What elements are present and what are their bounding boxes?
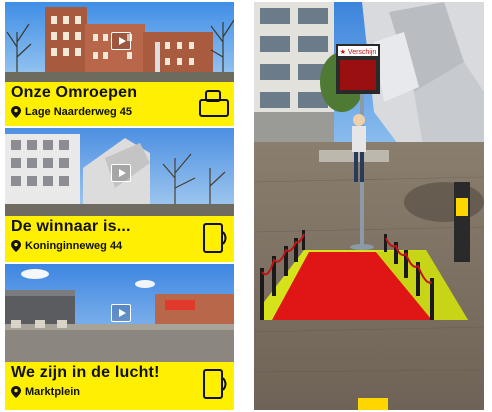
ar-camera-view[interactable]: ★ Verschijn (254, 2, 484, 410)
location-card[interactable]: De winnaar is... Koninginneweg 44 (5, 128, 234, 262)
location-card-list: Onze Omroepen Lage Naarderweg 45 De winn… (5, 2, 234, 410)
phone-rotate-icon (203, 369, 227, 399)
card-title: We zijn in de lucht! (11, 364, 160, 381)
play-icon[interactable] (111, 32, 131, 50)
map-pin-icon (11, 106, 21, 118)
location-banner: We zijn in de lucht! Marktplein (5, 362, 234, 410)
card-title: De winnaar is... (11, 218, 131, 235)
location-photo (5, 2, 234, 82)
card-address-text: Koninginneweg 44 (25, 240, 123, 252)
location-card[interactable]: Onze Omroepen Lage Naarderweg 45 (5, 2, 234, 126)
card-address-text: Marktplein (25, 386, 81, 398)
map-pin-icon (11, 386, 21, 398)
card-address: Lage Naarderweg 45 (11, 106, 132, 118)
card-address: Koninginneweg 44 (11, 240, 122, 252)
phone-rotate-icon (203, 223, 227, 253)
play-icon[interactable] (111, 304, 131, 322)
play-icon[interactable] (111, 164, 131, 182)
card-title: Onze Omroepen (11, 84, 138, 101)
location-banner: Onze Omroepen Lage Naarderweg 45 (5, 82, 234, 126)
map-pin-icon (11, 240, 21, 252)
card-address: Marktplein (11, 386, 80, 398)
phone-rotate-icon (199, 90, 229, 117)
card-address-text: Lage Naarderweg 45 (25, 106, 132, 118)
sign-header: ★ Verschijn (340, 48, 377, 56)
location-photo (5, 128, 234, 216)
location-banner: De winnaar is... Koninginneweg 44 (5, 216, 234, 262)
location-photo (5, 264, 234, 362)
location-card[interactable]: We zijn in de lucht! Marktplein (5, 264, 234, 410)
ar-scene-image: ★ Verschijn (254, 2, 484, 410)
